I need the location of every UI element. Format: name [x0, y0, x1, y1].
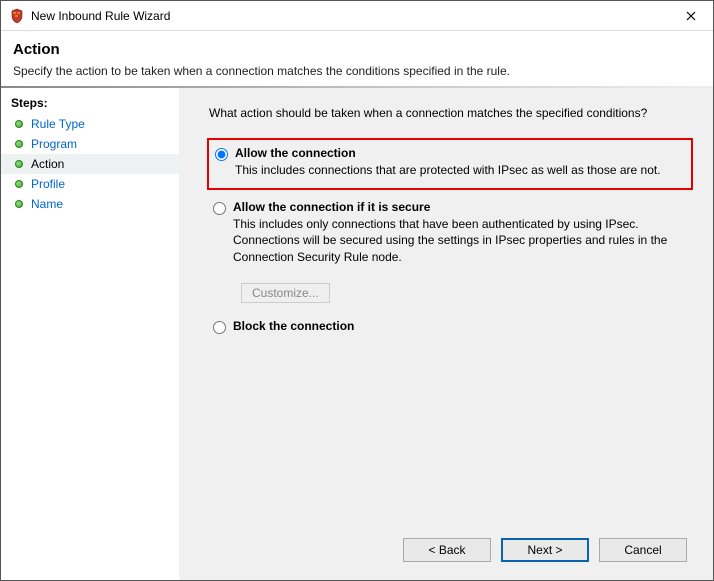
step-label: Name — [31, 197, 63, 211]
option-title: Block the connection — [233, 319, 687, 333]
header: Action Specify the action to be taken wh… — [1, 31, 713, 86]
radio-allow[interactable] — [215, 148, 228, 161]
option-title: Allow the connection — [235, 146, 685, 160]
option-block[interactable]: Block the connection — [207, 313, 693, 347]
body: Steps: Rule Type Program Action Profile … — [1, 88, 713, 580]
cancel-button[interactable]: Cancel — [599, 538, 687, 562]
next-button[interactable]: Next > — [501, 538, 589, 562]
step-label: Profile — [31, 177, 65, 191]
bullet-icon — [15, 200, 23, 208]
customize-button: Customize... — [241, 283, 330, 303]
footer: < Back Next > Cancel — [199, 528, 693, 566]
window-title: New Inbound Rule Wizard — [31, 9, 668, 23]
content-pane: What action should be taken when a conne… — [179, 88, 713, 580]
step-name[interactable]: Name — [1, 194, 179, 214]
option-desc: This includes only connections that have… — [233, 216, 687, 265]
radio-block[interactable] — [213, 321, 226, 334]
step-label: Rule Type — [31, 117, 85, 131]
firewall-icon — [9, 8, 25, 24]
step-action[interactable]: Action — [1, 154, 179, 174]
steps-title: Steps: — [1, 94, 179, 114]
step-profile[interactable]: Profile — [1, 174, 179, 194]
bullet-icon — [15, 120, 23, 128]
page-title: Action — [13, 41, 701, 58]
steps-pane: Steps: Rule Type Program Action Profile … — [1, 88, 179, 580]
bullet-icon — [15, 140, 23, 148]
option-allow-secure[interactable]: Allow the connection if it is secure Thi… — [207, 194, 693, 275]
back-button[interactable]: < Back — [403, 538, 491, 562]
option-allow[interactable]: Allow the connection This includes conne… — [207, 138, 693, 190]
page-subtitle: Specify the action to be taken when a co… — [13, 64, 701, 78]
option-title: Allow the connection if it is secure — [233, 200, 687, 214]
option-desc: This includes connections that are prote… — [235, 162, 685, 178]
bullet-icon — [15, 180, 23, 188]
wizard-window: New Inbound Rule Wizard Action Specify t… — [0, 0, 714, 581]
action-question: What action should be taken when a conne… — [209, 106, 693, 120]
step-label: Program — [31, 137, 77, 151]
radio-allow-secure[interactable] — [213, 202, 226, 215]
step-program[interactable]: Program — [1, 134, 179, 154]
step-label: Action — [31, 157, 64, 171]
step-rule-type[interactable]: Rule Type — [1, 114, 179, 134]
bullet-icon — [15, 160, 23, 168]
option-group: Allow the connection This includes conne… — [207, 138, 693, 347]
content-body: What action should be taken when a conne… — [199, 106, 693, 528]
titlebar: New Inbound Rule Wizard — [1, 1, 713, 31]
close-button[interactable] — [668, 1, 713, 31]
